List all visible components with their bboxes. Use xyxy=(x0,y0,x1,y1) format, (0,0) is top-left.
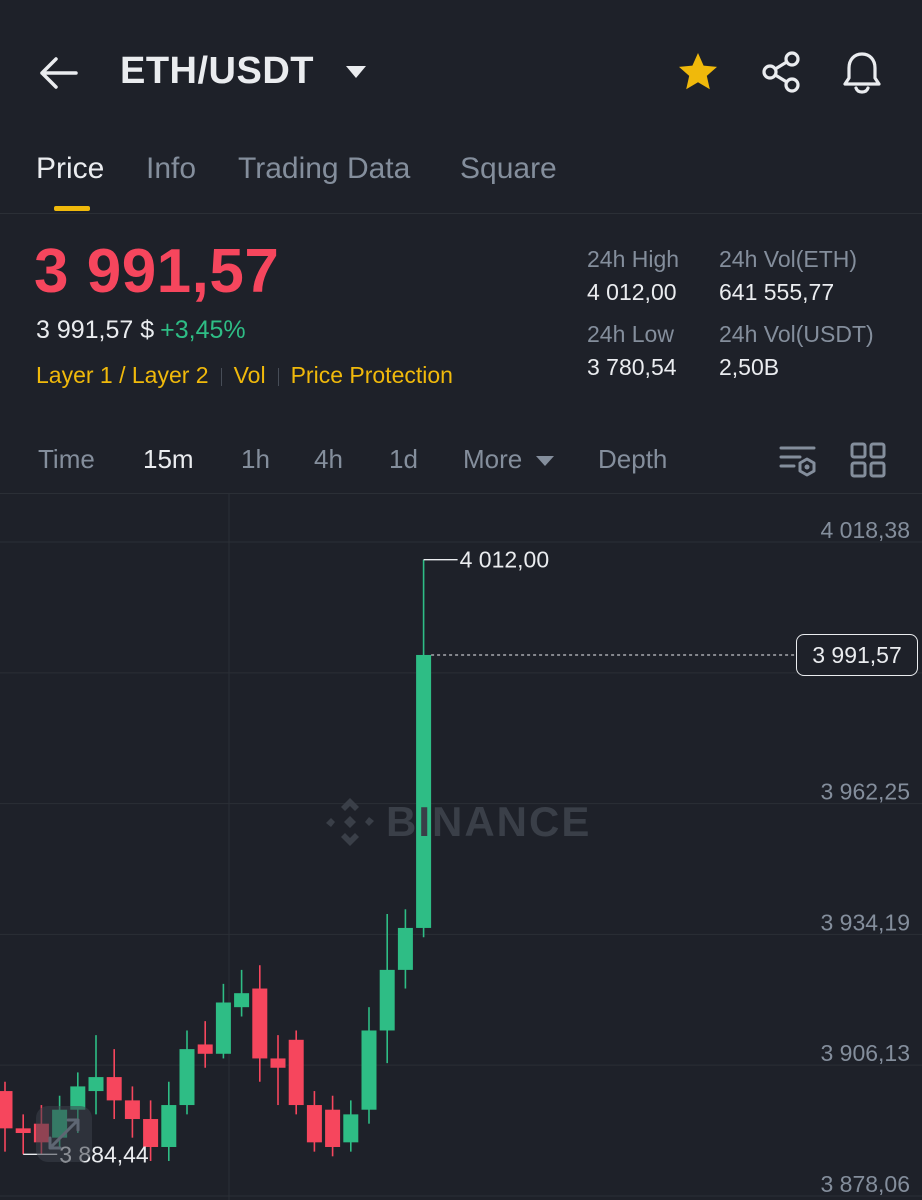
candle-body xyxy=(361,1030,377,1110)
candle-body xyxy=(215,1002,231,1054)
max-price-label: 4 012,00 xyxy=(460,547,550,573)
price-usd: 3 991,57 $ xyxy=(36,316,155,344)
candle-body xyxy=(343,1114,359,1143)
back-arrow-icon[interactable] xyxy=(36,52,82,94)
interval-depth[interactable]: Depth xyxy=(598,444,667,475)
tag-divider xyxy=(277,367,279,386)
caret-down-icon xyxy=(536,456,555,467)
candle-body xyxy=(15,1128,31,1134)
tab-info[interactable]: Info xyxy=(146,152,196,186)
candle-body xyxy=(325,1109,341,1147)
tag-list: Layer 1 / Layer 2 Vol Price Protection xyxy=(36,362,453,389)
candle-body xyxy=(270,1058,286,1068)
candle-body xyxy=(379,969,395,1031)
candle-body xyxy=(416,654,432,928)
y-axis-tick-label: 3 934,19 xyxy=(820,909,910,935)
candle-body xyxy=(179,1049,195,1106)
price-change-percent: +3,45% xyxy=(160,316,246,344)
interval-1d[interactable]: 1d xyxy=(389,444,418,475)
binance-watermark: BINANCE xyxy=(386,798,592,845)
y-axis-tick-label: 4 018,38 xyxy=(820,517,910,543)
tab-trading-data[interactable]: Trading Data xyxy=(238,152,410,186)
stat-24h-vol-eth: 24h Vol(ETH) 641 555,77 xyxy=(719,246,857,306)
stat-value: 2,50B xyxy=(719,354,780,380)
candle-body xyxy=(161,1105,177,1147)
y-axis-tick-label: 3 906,13 xyxy=(820,1040,910,1066)
stat-label: 24h Low xyxy=(587,321,674,347)
stat-value: 4 012,00 xyxy=(587,279,677,305)
share-icon[interactable] xyxy=(760,50,804,94)
interval-1h[interactable]: 1h xyxy=(241,444,270,475)
tab-price[interactable]: Price xyxy=(36,152,104,186)
tag-price-protection[interactable]: Price Protection xyxy=(291,362,453,388)
stat-value: 641 555,77 xyxy=(719,279,835,305)
top-bar: ETH/USDT xyxy=(0,0,922,140)
candle-body xyxy=(197,1044,213,1054)
stat-24h-low: 24h Low 3 780,54 xyxy=(587,321,677,381)
interval-bar: Time 15m 1h 4h 1d More Depth xyxy=(0,430,922,494)
candle-body xyxy=(106,1077,122,1101)
price-chart[interactable]: 4 018,383 990,313 962,253 934,193 906,13… xyxy=(0,494,922,1200)
last-price: 3 991,57 xyxy=(34,237,280,306)
current-price-tag: 3 991,57 xyxy=(796,633,918,676)
price-usd-line: 3 991,57 $ +3,45% xyxy=(36,316,246,345)
interval-more[interactable]: More xyxy=(463,444,555,475)
indicator-settings-icon[interactable] xyxy=(778,440,818,480)
stat-24h-high: 24h High 4 012,00 xyxy=(587,246,679,306)
expand-icon xyxy=(48,1118,80,1150)
tag-vol[interactable]: Vol xyxy=(234,362,266,388)
candle-body xyxy=(88,1077,104,1092)
stat-label: 24h High xyxy=(587,246,680,272)
candle-body xyxy=(252,988,268,1059)
y-axis-tick-label: 3 878,06 xyxy=(820,1171,910,1197)
candle-body xyxy=(288,1039,304,1106)
candle-body xyxy=(306,1105,322,1143)
active-tab-indicator xyxy=(54,206,90,211)
tag-divider xyxy=(220,367,222,386)
expand-chart-button[interactable] xyxy=(36,1106,92,1162)
tab-square[interactable]: Square xyxy=(460,152,557,186)
stat-label: 24h Vol(USDT) xyxy=(719,321,874,347)
interval-4h[interactable]: 4h xyxy=(314,444,343,475)
grid-layout-icon[interactable] xyxy=(848,440,888,480)
interval-time[interactable]: Time xyxy=(38,444,95,475)
stat-value: 3 780,54 xyxy=(587,354,677,380)
candlestick-chart[interactable]: 4 018,383 990,313 962,253 934,193 906,13… xyxy=(0,494,922,1200)
star-icon[interactable] xyxy=(676,50,720,94)
binance-logo-icon xyxy=(326,798,374,846)
caret-down-icon[interactable] xyxy=(344,64,368,80)
y-axis-tick-label: 3 962,25 xyxy=(820,779,910,805)
stat-label: 24h Vol(ETH) xyxy=(719,246,858,272)
bell-icon[interactable] xyxy=(840,50,884,94)
candle-body xyxy=(234,993,250,1008)
candle-body xyxy=(124,1100,140,1120)
tab-bar: Price Info Trading Data Square xyxy=(0,140,922,214)
stat-24h-vol-usdt: 24h Vol(USDT) 2,50B xyxy=(719,321,874,381)
candle-body xyxy=(0,1091,13,1129)
trading-pair-title[interactable]: ETH/USDT xyxy=(120,50,314,93)
interval-15m[interactable]: 15m xyxy=(143,444,194,475)
candle-body xyxy=(397,927,413,970)
tag-layer[interactable]: Layer 1 / Layer 2 xyxy=(36,362,209,388)
interval-more-label: More xyxy=(463,444,523,474)
